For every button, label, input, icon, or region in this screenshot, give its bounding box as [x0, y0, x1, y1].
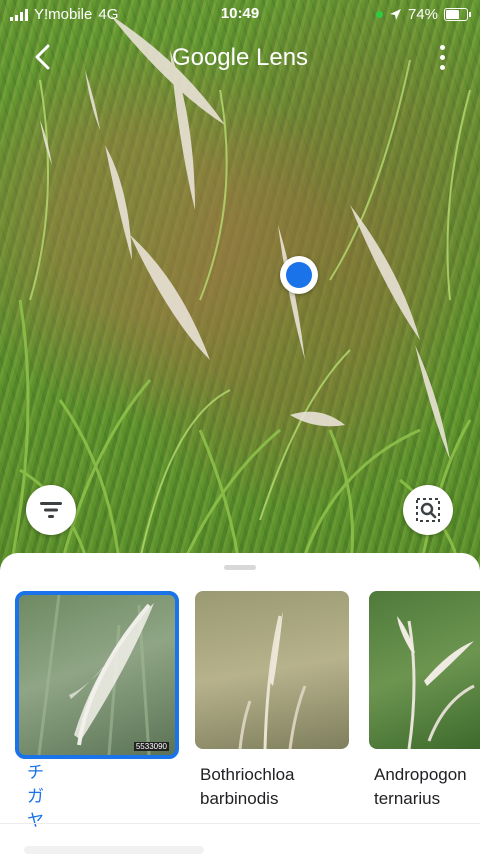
divider: [0, 823, 480, 824]
thumbnail-caption: 5533090: [133, 742, 169, 751]
status-right: 74%: [375, 6, 471, 23]
more-options-button[interactable]: [434, 42, 450, 72]
filter-button[interactable]: [26, 485, 76, 535]
search-region-icon: [416, 498, 440, 522]
result-thumbnail-2: [195, 591, 349, 749]
status-bar: Y!mobile 4G 10:49 74%: [0, 0, 480, 28]
result-thumbnail-3: [369, 591, 480, 749]
battery-percent: 74%: [407, 6, 438, 23]
grass-thumbnail-image: [397, 616, 475, 749]
grass-thumbnail-image: [238, 611, 307, 749]
grass-photo-art: [8, 15, 472, 570]
more-vert-icon: [439, 44, 445, 50]
results-sheet: 5533090 チガヤ Bothriochloa barbinodis Andr…: [0, 553, 480, 853]
sheet-drag-handle[interactable]: [224, 565, 256, 570]
location-arrow-icon: [389, 9, 401, 20]
focus-point-marker[interactable]: [280, 256, 318, 294]
result-label-2: Bothriochloa barbinodis: [200, 765, 295, 808]
app-title: Google Lens: [171, 44, 309, 71]
result-thumbnail-1: 5533090: [15, 591, 179, 759]
filter-icon: [40, 502, 62, 518]
top-bar: Google Lens: [0, 38, 480, 78]
search-region-button[interactable]: [403, 485, 453, 535]
recording-dot-icon: [375, 11, 383, 18]
battery-icon: [444, 8, 471, 21]
camera-photo[interactable]: [0, 0, 480, 570]
result-label-3: Andropogon ternarius: [374, 765, 467, 808]
grass-thumbnail-image: [37, 595, 154, 755]
battery-fill: [446, 10, 459, 19]
